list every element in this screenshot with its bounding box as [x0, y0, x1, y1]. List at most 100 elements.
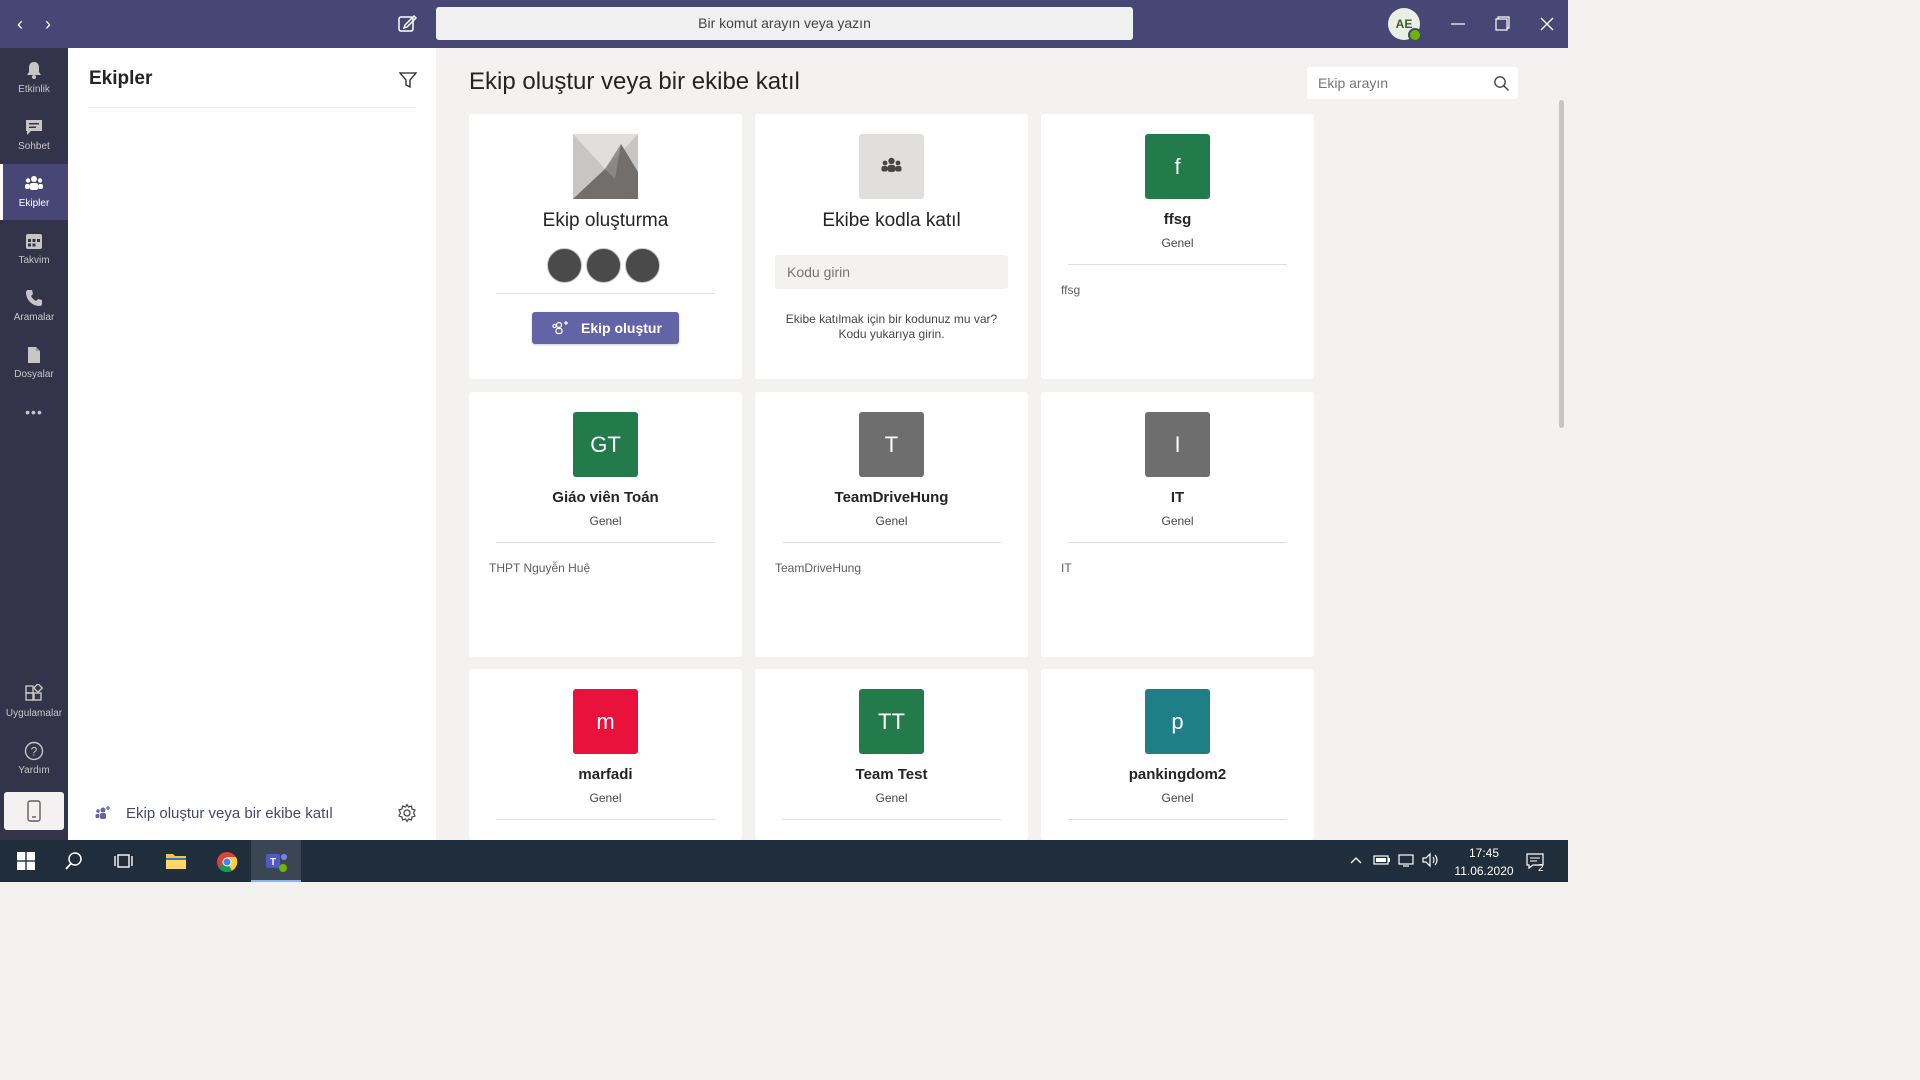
- rail-item-files[interactable]: Dosyalar: [0, 335, 68, 391]
- rail-label: Yardım: [18, 765, 50, 776]
- divider: [496, 819, 715, 820]
- people-avatars: [547, 248, 664, 288]
- bell-icon: [27, 62, 41, 79]
- rail-item-help[interactable]: ? Yardım: [0, 731, 68, 787]
- team-avatar-tile: p: [1145, 689, 1210, 754]
- phone-icon: [26, 290, 42, 306]
- apps-icon: [25, 684, 44, 701]
- rail-item-apps[interactable]: Uygulamalar: [0, 674, 68, 730]
- windows-start-icon[interactable]: [2, 840, 50, 882]
- create-team-card: Ekip oluşturma Ekip oluştur: [469, 114, 742, 379]
- rail-item-calls[interactable]: Aramalar: [0, 278, 68, 334]
- clock-date: 11.06.2020: [1454, 864, 1514, 878]
- calendar-icon: [26, 234, 42, 249]
- team-avatar-tile: TT: [859, 689, 924, 754]
- divider: [496, 542, 715, 543]
- rail-label: Uygulamalar: [5, 708, 63, 719]
- rail-label: Takvim: [18, 255, 50, 266]
- join-hint-line-1: Ekibe katılmak için bir kodunuz mu var?: [785, 312, 998, 326]
- more-apps-button[interactable]: •••: [0, 402, 68, 434]
- team-avatar-tile: GT: [573, 412, 638, 477]
- rail-label: Aramalar: [13, 312, 55, 323]
- join-hint-text: Ekibe katılmak için bir kodunuz mu var? …: [765, 312, 1018, 342]
- join-or-create-team-link[interactable]: Ekip oluştur veya bir ekibe katıl: [126, 805, 333, 822]
- team-name: pankingdom2: [1128, 766, 1227, 783]
- rail-item-calendar[interactable]: Takvim: [0, 221, 68, 277]
- team-channel: Genel: [1161, 236, 1194, 250]
- team-card[interactable]: f ffsg Genel ffsg: [1041, 114, 1314, 379]
- create-team-button[interactable]: Ekip oluştur: [532, 312, 679, 344]
- new-chat-compose-icon[interactable]: [396, 12, 420, 36]
- rail-label: Ekipler: [18, 198, 50, 209]
- svg-text:?: ?: [31, 745, 38, 759]
- back-arrow-icon[interactable]: ‹: [10, 12, 30, 36]
- file-explorer-icon[interactable]: [151, 840, 199, 882]
- rail-label: Etkinlik: [18, 84, 50, 95]
- app-bar: Etkinlik Sohbet Ekipler Takvim Aramalar …: [0, 48, 68, 840]
- team-search-box[interactable]: [1307, 67, 1518, 99]
- team-card[interactable]: GT Giáo viên Toán Genel THPT Nguyễn Huệ: [469, 392, 742, 657]
- team-card[interactable]: I IT Genel IT: [1041, 392, 1314, 657]
- minimize-icon[interactable]: [1446, 12, 1470, 36]
- command-search-bar[interactable]: Bir komut arayın veya yazın: [436, 7, 1133, 40]
- team-channel: Genel: [875, 514, 908, 528]
- team-name: marfadi: [578, 766, 633, 783]
- chrome-icon[interactable]: [202, 840, 250, 882]
- task-view-icon[interactable]: [99, 840, 147, 882]
- page-title: Ekip oluştur veya bir ekibe katıl: [469, 68, 800, 95]
- team-card[interactable]: TT Team Test Genel: [755, 669, 1028, 840]
- team-name: Team Test: [855, 766, 928, 783]
- presence-available-icon: [1408, 28, 1422, 42]
- user-avatar[interactable]: AE: [1388, 8, 1422, 42]
- chat-icon: [26, 120, 42, 135]
- team-avatar-tile: f: [1145, 134, 1210, 199]
- rail-item-teams[interactable]: Ekipler: [0, 164, 68, 220]
- svg-text:T: T: [270, 857, 276, 868]
- team-channel: Genel: [1161, 514, 1194, 528]
- person-avatar: [625, 248, 660, 283]
- teams-taskbar-icon[interactable]: T: [251, 840, 301, 882]
- mobile-phone-icon: [27, 800, 41, 822]
- system-clock[interactable]: 17:45 11.06.2020: [1446, 844, 1522, 880]
- team-card[interactable]: p pankingdom2 Genel: [1041, 669, 1314, 840]
- create-team-title: Ekip oluşturma: [542, 210, 669, 231]
- battery-icon[interactable]: [1373, 852, 1391, 873]
- team-search-input[interactable]: [1307, 67, 1498, 99]
- volume-icon[interactable]: [1421, 852, 1441, 873]
- team-name: Giáo viên Toán: [552, 489, 659, 506]
- clock-time: 17:45: [1468, 846, 1500, 860]
- team-avatar-tile: T: [859, 412, 924, 477]
- join-with-code-title: Ekibe kodla katıl: [822, 210, 961, 231]
- gear-icon[interactable]: [397, 803, 417, 823]
- join-team-tile: [859, 134, 924, 199]
- team-channel: Genel: [875, 791, 908, 805]
- divider: [782, 819, 1001, 820]
- divider: [1068, 542, 1287, 543]
- forward-arrow-icon[interactable]: ›: [38, 12, 58, 36]
- team-code-input[interactable]: [775, 255, 1008, 289]
- team-description: THPT Nguyễn Huệ: [489, 561, 591, 575]
- filter-icon[interactable]: [398, 70, 418, 90]
- rail-label: Dosyalar: [14, 369, 54, 380]
- rail-item-chat[interactable]: Sohbet: [0, 107, 68, 163]
- search-icon[interactable]: [50, 840, 98, 882]
- rail-item-activity[interactable]: Etkinlik: [0, 50, 68, 106]
- create-team-button-label: Ekip oluştur: [581, 320, 662, 336]
- team-avatar-tile: m: [573, 689, 638, 754]
- rail-label: Sohbet: [18, 141, 50, 152]
- person-avatar: [547, 248, 582, 283]
- scrollbar[interactable]: [1559, 100, 1564, 428]
- restore-icon[interactable]: [1490, 12, 1514, 36]
- panel-title: Ekipler: [89, 68, 153, 89]
- join-create-team-icon: [95, 805, 113, 821]
- team-card[interactable]: m marfadi Genel: [469, 669, 742, 840]
- search-icon[interactable]: [1493, 75, 1510, 92]
- close-icon[interactable]: [1535, 12, 1559, 36]
- mobile-device-button[interactable]: [4, 792, 64, 830]
- join-hint-line-2: Kodu yukarıya girin.: [838, 327, 945, 341]
- network-icon[interactable]: [1397, 852, 1415, 873]
- chevron-up-icon[interactable]: [1348, 852, 1364, 873]
- add-team-icon: [552, 321, 568, 335]
- teams-list-panel: Ekipler Ekip oluştur veya bir ekibe katı…: [68, 48, 436, 840]
- team-card[interactable]: T TeamDriveHung Genel TeamDriveHung: [755, 392, 1028, 657]
